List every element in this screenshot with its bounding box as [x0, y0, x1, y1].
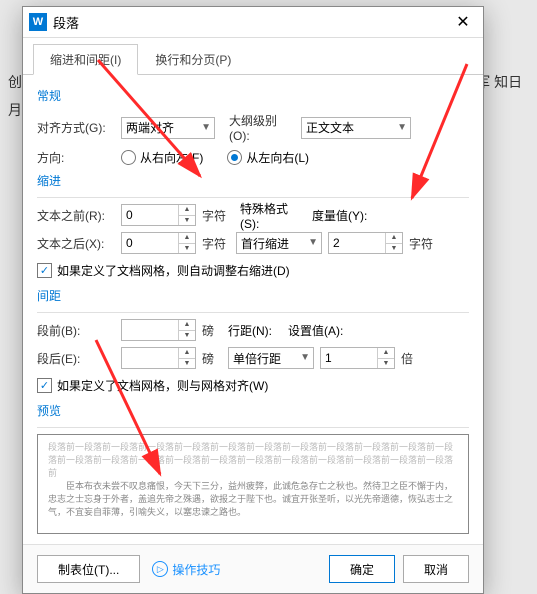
dropdown-icon: ▼	[397, 122, 407, 133]
after-text-input[interactable]	[122, 233, 178, 253]
auto-adjust-indent-label: 如果定义了文档网格，则自动调整右缩进(D)	[57, 262, 290, 279]
section-indent: 缩进	[37, 172, 469, 189]
radio-icon	[121, 150, 136, 165]
tips-label: 操作技巧	[172, 561, 220, 578]
space-after-label: 段后(E):	[37, 350, 115, 367]
space-before-spinner[interactable]: ▲▼	[121, 319, 196, 341]
preview-pane: 段落前一段落前一段落前一段落前一段落前一段落前一段落前一段落前一段落前一段落前一…	[37, 434, 469, 534]
after-text-spinner[interactable]: ▲▼	[121, 232, 196, 254]
dropdown-icon: ▼	[308, 237, 318, 248]
line-spacing-label: 行距(N):	[228, 322, 282, 339]
section-preview: 预览	[37, 402, 469, 419]
close-button[interactable]: ✕	[443, 7, 483, 37]
space-after-input[interactable]	[122, 348, 178, 368]
pt-unit: 磅	[202, 350, 214, 367]
spin-up-icon[interactable]: ▲	[179, 233, 195, 244]
snap-to-grid-checkbox[interactable]: 如果定义了文档网格，则与网格对齐(W)	[37, 377, 469, 394]
tab-indent-spacing[interactable]: 缩进和间距(I)	[33, 44, 138, 75]
snap-to-grid-label: 如果定义了文档网格，则与网格对齐(W)	[57, 377, 268, 394]
metric-spinner[interactable]: ▲▼	[328, 232, 403, 254]
times-unit: 倍	[401, 350, 413, 367]
line-spacing-select[interactable]: 单倍行距 ▼	[228, 347, 314, 369]
spin-up-icon[interactable]: ▲	[378, 348, 394, 359]
spin-down-icon[interactable]: ▼	[179, 359, 195, 369]
line-spacing-value: 单倍行距	[233, 350, 281, 367]
radio-icon	[227, 150, 242, 165]
alignment-select[interactable]: 两端对齐 ▼	[121, 117, 215, 139]
alignment-label: 对齐方式(G):	[37, 119, 115, 136]
before-text-label: 文本之前(R):	[37, 207, 115, 224]
divider	[37, 312, 469, 313]
special-select[interactable]: 首行缩进 ▼	[236, 232, 322, 254]
play-icon: ▷	[152, 561, 168, 577]
dialog-footer: 制表位(T)... ▷ 操作技巧 确定 取消	[23, 544, 483, 593]
before-text-spinner[interactable]: ▲▼	[121, 204, 196, 226]
set-value-spinner[interactable]: ▲▼	[320, 347, 395, 369]
app-icon: W	[29, 13, 47, 31]
outline-select[interactable]: 正文文本 ▼	[301, 117, 411, 139]
char-unit: 字符	[202, 207, 226, 224]
checkbox-icon	[37, 378, 52, 393]
preview-sample-text: 臣本布衣未尝不叹息痛恨，今天下三分，益州疲弊，此诚危急存亡之秋也。然待卫之臣不懈…	[48, 480, 458, 519]
char-unit: 字符	[409, 235, 433, 252]
alignment-value: 两端对齐	[126, 119, 174, 136]
dialog-title: 段落	[53, 13, 443, 32]
metric-input[interactable]	[329, 233, 385, 253]
tabstops-button[interactable]: 制表位(T)...	[37, 555, 140, 583]
space-before-label: 段前(B):	[37, 322, 115, 339]
before-text-input[interactable]	[122, 205, 178, 225]
set-value-input[interactable]	[321, 348, 377, 368]
spin-down-icon[interactable]: ▼	[179, 331, 195, 341]
titlebar: W 段落 ✕	[23, 7, 483, 38]
dropdown-icon: ▼	[300, 352, 310, 363]
direction-rtl-radio[interactable]: 从右向左(F)	[121, 149, 203, 166]
dropdown-icon: ▼	[201, 122, 211, 133]
cancel-button[interactable]: 取消	[403, 555, 469, 583]
after-text-label: 文本之后(X):	[37, 235, 115, 252]
spin-down-icon[interactable]: ▼	[378, 359, 394, 369]
char-unit: 字符	[202, 235, 226, 252]
spin-down-icon[interactable]: ▼	[386, 244, 402, 254]
divider	[37, 197, 469, 198]
spin-up-icon[interactable]: ▲	[179, 320, 195, 331]
spin-up-icon[interactable]: ▲	[386, 233, 402, 244]
spin-down-icon[interactable]: ▼	[179, 244, 195, 254]
spin-up-icon[interactable]: ▲	[179, 348, 195, 359]
special-label: 特殊格式(S):	[240, 200, 302, 231]
space-before-input[interactable]	[122, 320, 178, 340]
direction-label: 方向:	[37, 149, 115, 166]
section-general: 常规	[37, 87, 469, 104]
radio-label-rtl: 从右向左(F)	[140, 149, 203, 166]
preview-ghost-text: 段落前一段落前一段落前一段落前一段落前一段落前一段落前一段落前一段落前一段落前一…	[48, 441, 458, 480]
set-value-label: 设置值(A):	[288, 322, 346, 339]
auto-adjust-indent-checkbox[interactable]: 如果定义了文档网格，则自动调整右缩进(D)	[37, 262, 469, 279]
checkbox-icon	[37, 263, 52, 278]
space-after-spinner[interactable]: ▲▼	[121, 347, 196, 369]
spin-down-icon[interactable]: ▼	[179, 216, 195, 226]
special-value: 首行缩进	[241, 235, 289, 252]
spin-up-icon[interactable]: ▲	[179, 205, 195, 216]
metric-label: 度量值(Y):	[312, 207, 370, 224]
outline-label: 大纲级别(O):	[229, 112, 295, 143]
section-spacing: 间距	[37, 287, 469, 304]
tips-link[interactable]: ▷ 操作技巧	[152, 561, 220, 578]
outline-value: 正文文本	[306, 119, 354, 136]
direction-ltr-radio[interactable]: 从左向右(L)	[227, 149, 309, 166]
pt-unit: 磅	[202, 322, 214, 339]
ok-button[interactable]: 确定	[329, 555, 395, 583]
tab-bar: 缩进和间距(I) 换行和分页(P)	[23, 38, 483, 75]
tab-line-page-breaks[interactable]: 换行和分页(P)	[138, 44, 248, 75]
radio-label-ltr: 从左向右(L)	[246, 149, 309, 166]
paragraph-dialog: W 段落 ✕ 缩进和间距(I) 换行和分页(P) 常规 对齐方式(G): 两端对…	[22, 6, 484, 594]
divider	[37, 427, 469, 428]
